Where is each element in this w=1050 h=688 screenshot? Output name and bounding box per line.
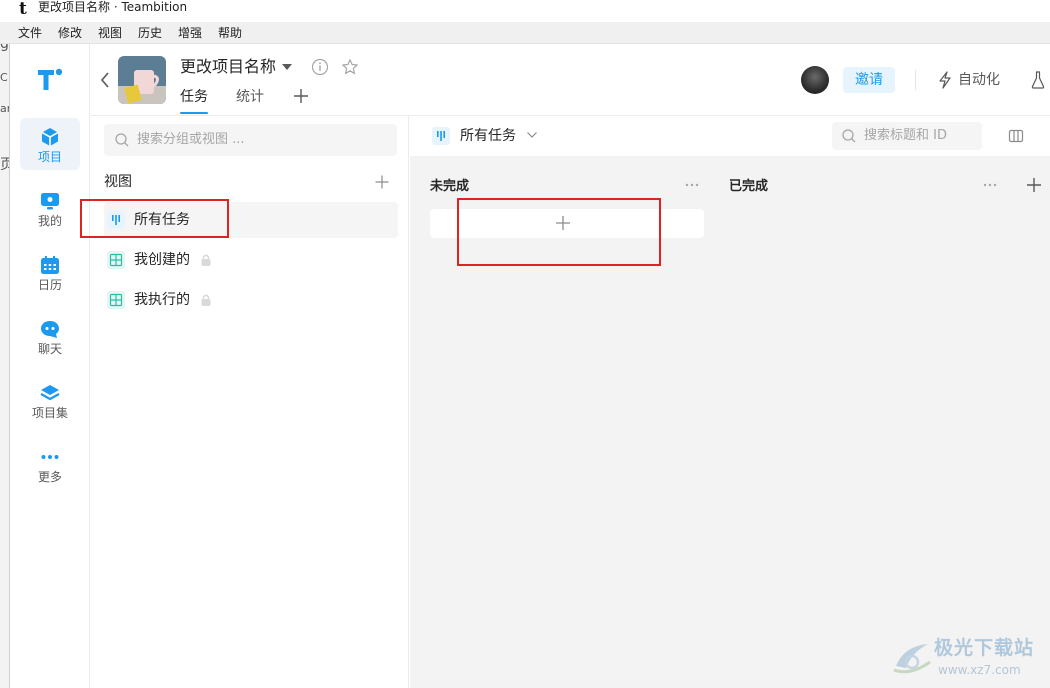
nav-label: 我的: [37, 214, 62, 228]
chat-icon: [41, 321, 59, 338]
search-icon: [842, 129, 856, 143]
strip-fragment: C: [0, 71, 8, 84]
more-horizontal-icon[interactable]: [982, 181, 998, 189]
strip-fragment: 页: [0, 154, 9, 174]
view-label: 所有任务: [134, 212, 190, 228]
view-item-all-tasks[interactable]: 所有任务: [104, 202, 398, 238]
more-horizontal-icon[interactable]: [684, 181, 700, 189]
background-window-strip: g C ar 页: [0, 44, 10, 688]
chevron-down-icon[interactable]: [526, 130, 538, 140]
app-logo: t: [19, 0, 27, 19]
watermark-url: www.xz7.com: [938, 663, 1021, 677]
view-item-created-by-me[interactable]: 我创建的: [104, 242, 398, 278]
view-label: 我创建的: [134, 252, 190, 268]
info-icon[interactable]: [311, 58, 329, 76]
board-view-icon: [107, 211, 125, 229]
view-item-assigned-to-me[interactable]: 我执行的: [104, 282, 398, 318]
project-name[interactable]: 更改项目名称: [180, 57, 276, 77]
layers-icon: [40, 385, 60, 401]
back-chevron-icon[interactable]: [98, 70, 112, 90]
watermark-logo-icon: [893, 644, 931, 674]
menu-edit[interactable]: 修改: [58, 26, 82, 40]
search-icon: [115, 133, 129, 147]
header-divider: [915, 70, 916, 90]
table-view-icon: [107, 251, 125, 269]
lightning-icon[interactable]: [938, 71, 952, 89]
lock-icon: [201, 294, 211, 306]
plus-icon: [556, 216, 570, 230]
flask-icon[interactable]: [1031, 71, 1045, 89]
project-cover-image[interactable]: [118, 56, 166, 104]
nav-item-portfolio[interactable]: 项目集: [20, 374, 80, 426]
add-column-icon[interactable]: [1026, 177, 1042, 193]
teambition-logo-icon: [38, 68, 63, 90]
board-view-icon: [432, 127, 450, 145]
nav-item-chat[interactable]: 聊天: [20, 310, 80, 362]
tab-tasks[interactable]: 任务: [180, 89, 208, 105]
add-view-icon[interactable]: [375, 175, 389, 189]
left-nav: 项目 我的 日历 聊天 项目集 更多: [10, 44, 90, 688]
nav-label: 更多: [37, 470, 62, 484]
menu-bar: 文件 修改 视图 历史 增强 帮助: [0, 22, 1050, 44]
active-tab-indicator: [180, 112, 208, 114]
invite-button[interactable]: 邀请: [843, 67, 895, 93]
table-view-icon: [107, 291, 125, 309]
nav-item-more[interactable]: 更多: [20, 438, 80, 490]
window-title-bar: t 更改项目名称 · Teambition: [0, 0, 1050, 22]
automation-button[interactable]: 自动化: [958, 71, 1000, 89]
strip-fragment: ar: [0, 102, 9, 115]
nav-label: 项目: [37, 150, 62, 164]
views-heading: 视图: [104, 174, 132, 190]
view-label: 我执行的: [134, 292, 190, 308]
watermark-name: 极光下载站: [934, 637, 1035, 659]
strip-fragment: g: [0, 44, 9, 52]
tab-stats[interactable]: 统计: [236, 89, 264, 105]
nav-item-calendar[interactable]: 日历: [20, 246, 80, 298]
nav-label: 日历: [37, 278, 62, 292]
menu-file[interactable]: 文件: [18, 26, 42, 40]
column-title-incomplete: 未完成: [430, 179, 470, 194]
calendar-icon: [41, 256, 59, 274]
project-cube-icon: [41, 128, 59, 146]
monitor-icon: [41, 193, 59, 210]
caret-down-icon[interactable]: [282, 64, 292, 70]
task-search-placeholder: 搜索标题和 ID: [864, 128, 947, 143]
nav-item-project[interactable]: 项目: [20, 118, 80, 170]
more-dots-icon: [41, 455, 59, 459]
current-view-selector[interactable]: 所有任务: [460, 128, 516, 144]
menu-history[interactable]: 历史: [138, 26, 162, 40]
star-icon[interactable]: [341, 58, 359, 76]
avatar[interactable]: [801, 66, 829, 94]
columns-layout-icon[interactable]: [1008, 128, 1024, 144]
nav-item-mine[interactable]: 我的: [20, 182, 80, 234]
nav-label: 项目集: [31, 406, 68, 420]
column-title-done: 已完成: [729, 179, 769, 194]
lock-icon: [201, 254, 211, 266]
nav-label: 聊天: [37, 342, 62, 356]
menu-enhance[interactable]: 增强: [178, 26, 202, 40]
menu-help[interactable]: 帮助: [218, 26, 242, 40]
add-tab-icon[interactable]: [293, 88, 309, 104]
window-title: 更改项目名称 · Teambition: [38, 0, 188, 14]
menu-view[interactable]: 视图: [98, 26, 122, 40]
view-search-placeholder: 搜索分组或视图 ...: [137, 132, 245, 147]
